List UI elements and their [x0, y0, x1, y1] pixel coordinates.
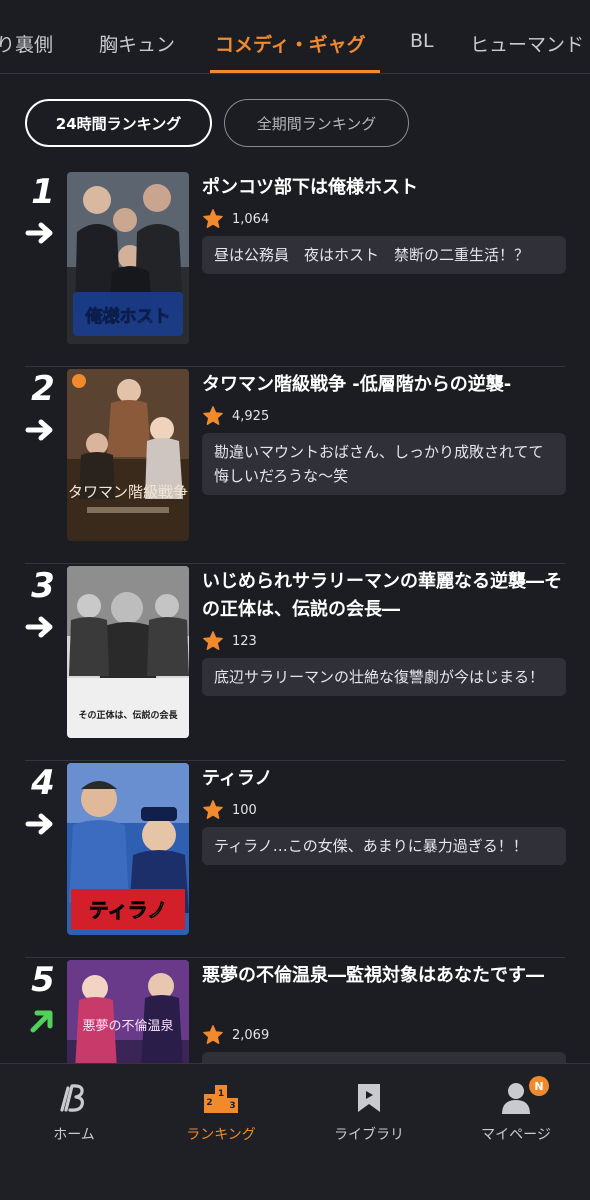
- bottom-nav: ホーム 1 2 3 ランキング ライブラリ N マイページ: [0, 1063, 590, 1200]
- nav-mypage[interactable]: N マイページ: [456, 1076, 576, 1144]
- rank-number: 2: [31, 369, 55, 409]
- description-box: 勘違いマウントおばさん、しっかり成敗されてて悔しいだろうな〜笑: [202, 433, 566, 495]
- rating-row: 4,925: [202, 405, 269, 427]
- poster-caption: 俺様ホスト: [85, 306, 171, 327]
- poster-caption: タワマン階級戦争: [68, 483, 188, 501]
- series-title[interactable]: ポンコツ部下は俺様ホスト: [202, 174, 562, 202]
- user-icon: [502, 1083, 530, 1114]
- poster-image[interactable]: ティラノ: [67, 763, 189, 935]
- svg-text:3: 3: [229, 1101, 235, 1111]
- series-title[interactable]: タワマン階級戦争 -低層階からの逆襲-: [202, 371, 562, 399]
- poster-caption: その正体は、伝説の会長: [78, 709, 178, 721]
- description-box: 底辺サラリーマンの壮絶な復讐劇が今はじまる！: [202, 658, 566, 696]
- arrow-right-icon: [25, 616, 53, 638]
- tab-behind-the-scenes[interactable]: り裏側: [0, 30, 53, 57]
- rating-row: 123: [202, 630, 257, 652]
- nav-ranking[interactable]: 1 2 3 ランキング: [161, 1080, 281, 1144]
- ranking-item[interactable]: 1 俺様ホスト ポンコツ部下は俺様ホスト 1,064 昼は公務員 夜はホスト 禁…: [0, 170, 590, 367]
- ranking-item[interactable]: 4 ティラノ ティラノ 100 ティラノ…この女傑、あまりに暴力過ぎる！！: [0, 761, 590, 958]
- tab-heart-flutter[interactable]: 胸キュン: [99, 30, 175, 57]
- series-title[interactable]: ティラノ: [202, 765, 562, 793]
- rating-row: 1,064: [202, 208, 269, 230]
- notification-badge: N: [529, 1076, 549, 1096]
- favorite-count: 100: [232, 802, 257, 818]
- nav-home[interactable]: ホーム: [14, 1080, 134, 1144]
- star-icon: [203, 209, 223, 228]
- arrow-right-icon: [25, 222, 53, 244]
- ranking-24h-button[interactable]: 24時間ランキング: [25, 99, 212, 147]
- nav-ranking-label: ランキング: [186, 1127, 256, 1143]
- svg-text:2: 2: [206, 1098, 212, 1108]
- rating-row: 2,069: [202, 1024, 269, 1046]
- tab-comedy-gag[interactable]: コメディ・ギャグ: [215, 30, 366, 57]
- nav-library-label: ライブラリ: [334, 1127, 404, 1143]
- genre-tab-bar: り裏側 胸キュン コメディ・ギャグ BL ヒューマンド: [0, 0, 590, 74]
- poster-caption: ティラノ: [89, 898, 167, 922]
- favorite-count: 123: [232, 633, 257, 649]
- star-icon: [203, 800, 223, 819]
- star-icon: [203, 1025, 223, 1044]
- tab-human-drama[interactable]: ヒューマンド: [470, 30, 584, 57]
- rank-number: 1: [31, 172, 55, 212]
- ranking-all-time-button[interactable]: 全期間ランキング: [224, 99, 409, 147]
- home-logo-icon: [60, 1084, 84, 1112]
- svg-text:1: 1: [218, 1089, 224, 1099]
- poster-image[interactable]: タワマン階級戦争: [67, 369, 189, 541]
- rating-row: 100: [202, 799, 257, 821]
- poster-caption: 悪夢の不倫温泉: [82, 1018, 173, 1034]
- arrow-up-right-icon: [30, 1010, 53, 1033]
- nav-home-label: ホーム: [53, 1127, 95, 1143]
- arrow-right-icon: [25, 813, 53, 835]
- ranking-item[interactable]: 2 タワマン階級戦争 タワマン階級戦争 -低層階からの逆襲- 4,925 勘違い…: [0, 367, 590, 564]
- rank-number: 4: [31, 763, 55, 803]
- poster-image[interactable]: 俺様ホスト: [67, 172, 189, 344]
- ranking-item[interactable]: 5 悪夢の不倫温泉 悪夢の不倫温泉―監視対象はあなたです― 2,069: [0, 958, 590, 1063]
- active-tab-indicator: [210, 70, 380, 73]
- rank-number: 5: [31, 960, 55, 1000]
- rank-number: 3: [31, 566, 55, 606]
- poster-image[interactable]: 悪夢の不倫温泉: [67, 960, 189, 1063]
- series-title[interactable]: いじめられサラリーマンの華麗なる逆襲―その正体は、伝説の会長―: [202, 568, 562, 624]
- podium-icon: 1 2 3: [204, 1085, 238, 1113]
- favorite-count: 2,069: [232, 1027, 270, 1043]
- description-box: ティラノ…この女傑、あまりに暴力過ぎる！！: [202, 827, 566, 865]
- description-box: [202, 1052, 566, 1063]
- description-box: 昼は公務員 夜はホスト 禁断の二重生活！？: [202, 236, 566, 274]
- favorite-count: 4,925: [232, 408, 270, 424]
- arrow-right-icon: [25, 419, 53, 441]
- star-icon: [203, 631, 223, 650]
- ranking-item[interactable]: 3 その正体は、伝説の会長 いじめられサラリーマンの華麗なる逆襲―その正体は、伝…: [0, 564, 590, 761]
- tab-bl[interactable]: BL: [410, 30, 434, 52]
- nav-library[interactable]: ライブラリ: [309, 1080, 429, 1144]
- star-icon: [203, 406, 223, 425]
- bookmark-icon: [358, 1084, 380, 1112]
- favorite-count: 1,064: [232, 211, 270, 227]
- series-title[interactable]: 悪夢の不倫温泉―監視対象はあなたです―: [202, 962, 562, 990]
- ranking-list[interactable]: 1 俺様ホスト ポンコツ部下は俺様ホスト 1,064 昼は公務員 夜はホスト 禁…: [0, 170, 590, 1063]
- poster-image[interactable]: その正体は、伝説の会長: [67, 566, 189, 738]
- nav-mypage-label: マイページ: [481, 1127, 551, 1143]
